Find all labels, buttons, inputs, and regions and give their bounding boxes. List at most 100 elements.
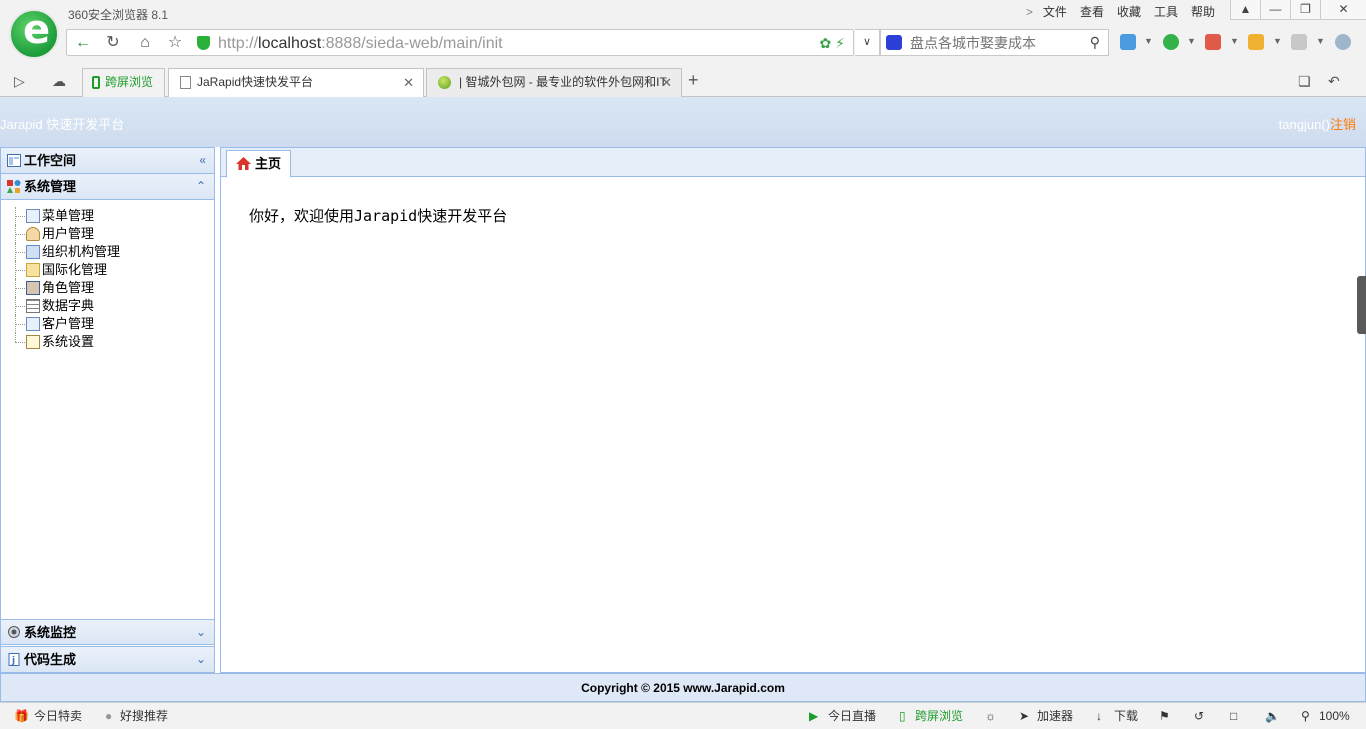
- menu-item-label: 用户管理: [42, 226, 95, 241]
- today-deals-link[interactable]: 今日特卖: [34, 703, 82, 729]
- menu-collapse-icon[interactable]: >: [1026, 4, 1043, 20]
- home-icon[interactable]: ⌂: [135, 34, 155, 52]
- security-dropdown-icon[interactable]: ▼: [1187, 36, 1196, 46]
- menu-favorites[interactable]: 收藏: [1117, 4, 1154, 20]
- menu-item-role-mgmt[interactable]: 角色管理: [13, 279, 120, 297]
- menu-view[interactable]: 查看: [1080, 4, 1117, 20]
- accordion-codegen[interactable]: j 代码生成 ⌄: [1, 646, 214, 672]
- menu-item-i18n-mgmt[interactable]: 国际化管理: [13, 261, 120, 279]
- menu-help[interactable]: 帮助: [1191, 4, 1228, 20]
- window-icon[interactable]: □: [1230, 703, 1237, 729]
- security-shield-icon[interactable]: [197, 36, 210, 50]
- undo-close-icon[interactable]: ↶: [1328, 73, 1340, 90]
- close-button[interactable]: ✕: [1320, 0, 1366, 20]
- play-icon: ▶: [809, 709, 819, 723]
- monitor-icon: [8, 626, 20, 638]
- menu-item-label: 角色管理: [42, 280, 95, 295]
- menu-file[interactable]: 文件: [1043, 4, 1080, 20]
- tab-close-icon[interactable]: ✕: [661, 69, 672, 96]
- find-extension-icon[interactable]: [1335, 34, 1351, 50]
- zoom-level[interactable]: 100%: [1319, 703, 1350, 729]
- cross-screen-link[interactable]: 跨屏浏览: [915, 703, 963, 729]
- minimize-button[interactable]: —: [1260, 0, 1290, 20]
- browser-logo-icon[interactable]: [9, 7, 59, 59]
- ie-mode-icon[interactable]: ↺: [1194, 703, 1204, 729]
- apps-extension-icon[interactable]: [1120, 34, 1136, 50]
- chevron-down-icon[interactable]: ⌄: [196, 620, 206, 645]
- screenshot-dropdown-icon[interactable]: ▼: [1316, 36, 1325, 46]
- app-brand: Jarapid 快速开发平台: [0, 117, 125, 132]
- speed-dial-icon[interactable]: ☼: [985, 703, 996, 729]
- security-extension-icon[interactable]: [1163, 34, 1179, 50]
- download-icon: ↓: [1096, 709, 1102, 723]
- download-link[interactable]: 下载: [1114, 703, 1138, 729]
- house-icon: [236, 157, 251, 170]
- chevron-down-icon[interactable]: ⌄: [196, 647, 206, 672]
- search-box: ⚲: [880, 29, 1109, 56]
- skin-icon[interactable]: ▲: [1230, 0, 1260, 20]
- accordion-title: 系统监控: [24, 625, 77, 640]
- new-tab-button[interactable]: +: [688, 70, 699, 91]
- tab-jarapid[interactable]: JaRapid快速快发平台 ✕: [168, 68, 424, 98]
- pdf-dropdown-icon[interactable]: ▼: [1230, 36, 1239, 46]
- tab-close-icon[interactable]: ✕: [403, 69, 414, 96]
- menu-tree: 菜单管理 用户管理 组织机构管理 国际化管理 角色管理 数据字典 客户管理 系统…: [13, 207, 120, 351]
- role-icon: [26, 281, 40, 295]
- maximize-button[interactable]: ❐: [1290, 0, 1320, 20]
- username: tangjun(): [1278, 117, 1330, 132]
- pdf-extension-icon[interactable]: [1205, 34, 1221, 50]
- accordion-system-mgmt[interactable]: 系统管理 ⌃: [1, 174, 214, 200]
- menu-item-label: 菜单管理: [42, 208, 95, 223]
- tab-list-icon[interactable]: ❏: [1298, 73, 1311, 90]
- screenshot-extension-icon[interactable]: [1291, 34, 1307, 50]
- url-text[interactable]: http://localhost:8888/sieda-web/main/ini…: [218, 35, 503, 53]
- page-icon: [180, 76, 191, 89]
- menu-item-settings[interactable]: 系统设置: [13, 333, 120, 351]
- address-dropdown-icon[interactable]: ∨: [855, 29, 880, 56]
- coupon-dropdown-icon[interactable]: ▼: [1273, 36, 1282, 46]
- window-controls: ▲ — ❐ ✕: [1230, 0, 1366, 20]
- browser-title: 360安全浏览器 8.1: [68, 8, 169, 22]
- menu-item-org-mgmt[interactable]: 组织机构管理: [13, 243, 120, 261]
- live-link[interactable]: 今日直播: [828, 703, 876, 729]
- coupon-extension-icon[interactable]: [1248, 34, 1264, 50]
- favorite-star-icon[interactable]: ☆: [165, 34, 185, 52]
- flag-icon[interactable]: ⚑: [1159, 703, 1170, 729]
- zoom-icon: ⚲: [1301, 709, 1310, 723]
- menu-tools[interactable]: 工具: [1154, 4, 1191, 20]
- tab-cross-screen[interactable]: 跨屏浏览: [82, 68, 165, 97]
- side-panel-handle[interactable]: [1357, 276, 1366, 334]
- search-icon[interactable]: ⚲: [1090, 34, 1100, 51]
- apps-dropdown-icon[interactable]: ▼: [1144, 36, 1153, 46]
- menu-item-dictionary[interactable]: 数据字典: [13, 297, 120, 315]
- menu-item-label: 数据字典: [42, 298, 95, 313]
- tab-outsourcing[interactable]: | 智城外包网 - 最专业的软件外包网和IT ✕: [426, 68, 682, 97]
- back-icon[interactable]: ←: [73, 34, 93, 52]
- accordion-monitor[interactable]: 系统监控 ⌄: [1, 619, 214, 645]
- chevron-up-icon[interactable]: ⌃: [196, 174, 206, 199]
- accordion-workspace[interactable]: 工作空间 «: [1, 148, 214, 174]
- volume-icon[interactable]: 🔈: [1265, 703, 1280, 729]
- menu-item-user-mgmt[interactable]: 用户管理: [13, 225, 120, 243]
- menu-item-label: 国际化管理: [42, 262, 108, 277]
- folder-edit-icon: [26, 263, 40, 277]
- refresh-icon[interactable]: ↻: [103, 34, 123, 52]
- accelerator-link[interactable]: 加速器: [1037, 703, 1073, 729]
- logout-link[interactable]: 注销: [1330, 117, 1356, 132]
- search-engine-icon[interactable]: [886, 35, 902, 50]
- recommend-link[interactable]: 好搜推荐: [120, 703, 168, 729]
- sidebar-toggle-icon[interactable]: ▷: [14, 73, 25, 90]
- collapse-left-icon[interactable]: «: [199, 148, 206, 173]
- tab-home[interactable]: 主页: [226, 150, 291, 178]
- site-favicon-icon: [438, 76, 451, 89]
- app-header: Jarapid 快速开发平台 tangjun()注销: [0, 97, 1366, 147]
- address-bar[interactable]: ← ↻ ⌂ ☆ http://localhost:8888/sieda-web/…: [66, 29, 854, 56]
- menu-item-customer-mgmt[interactable]: 客户管理: [13, 315, 120, 333]
- org-chart-icon: [26, 245, 40, 259]
- app-footer: Copyright © 2015 www.Jarapid.com: [0, 673, 1366, 702]
- speed-mode-icon[interactable]: ✿ ⚡: [820, 35, 845, 52]
- menu-item-menu-mgmt[interactable]: 菜单管理: [13, 207, 120, 225]
- cloud-icon[interactable]: ☁: [52, 73, 66, 90]
- search-input[interactable]: [910, 33, 1080, 53]
- tab-label: 跨屏浏览: [105, 75, 154, 89]
